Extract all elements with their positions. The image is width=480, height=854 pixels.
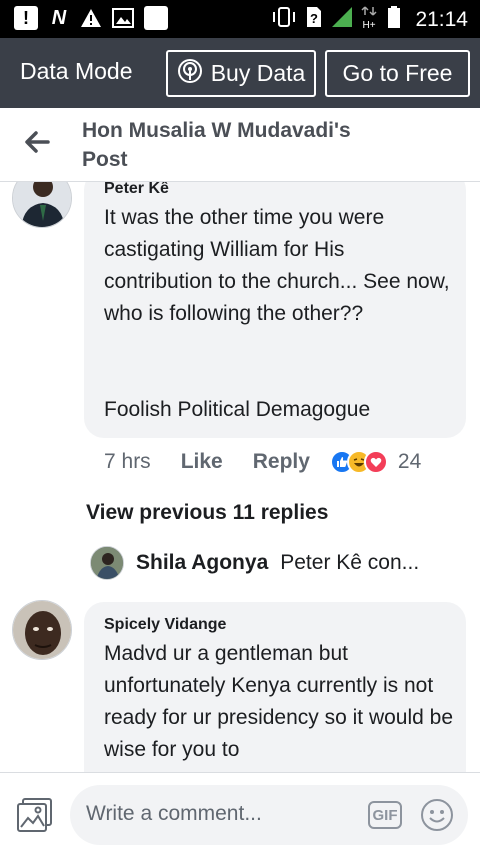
go-to-free-label: Go to Free — [342, 60, 453, 86]
post-header: Hon Musalia W Mudavadi's Post — [0, 108, 480, 182]
comments-list: Peter Kê It was the other time you were … — [0, 182, 480, 772]
comment-bubble: Peter Kê It was the other time you were … — [84, 182, 466, 438]
buy-data-button[interactable]: Buy Data — [166, 50, 316, 97]
broadcast-icon — [177, 58, 203, 90]
status-bar: ! N ? H+ 21:14 — [0, 0, 480, 38]
buy-data-label: Buy Data — [210, 60, 306, 86]
reply-button[interactable]: Reply — [253, 450, 310, 474]
photo-icon[interactable] — [16, 797, 54, 833]
back-arrow-icon[interactable] — [22, 128, 50, 156]
emoji-icon[interactable] — [420, 798, 454, 832]
vibrate-icon — [271, 6, 297, 33]
reply-snippet: Peter Kê con... — [280, 551, 420, 574]
comment-bubble: Spicely Vidange Madvd ur a gentleman but… — [84, 602, 466, 772]
comment-text: It was the other time you were castigati… — [104, 206, 450, 325]
avatar[interactable] — [12, 600, 72, 660]
data-mode-bar: Data Mode Buy Data Go to Free — [0, 38, 480, 108]
blank-square-icon — [144, 6, 168, 30]
go-to-free-button[interactable]: Go to Free — [325, 50, 470, 97]
unknown-sim-icon: ? — [305, 6, 323, 33]
reply-author: Shila Agonya — [136, 551, 269, 574]
avatar[interactable] — [12, 182, 72, 228]
view-previous-replies-link[interactable]: View previous 11 replies — [86, 501, 328, 525]
status-left-icons: ! N — [14, 6, 168, 30]
status-time: 21:14 — [415, 7, 468, 31]
comment-author[interactable]: Spicely Vidange — [104, 616, 226, 634]
hplus-icon: H+ — [361, 5, 379, 34]
status-right-icons: ? H+ 21:14 — [271, 5, 468, 34]
data-mode-label: Data Mode — [20, 58, 133, 84]
page-title: Hon Musalia W Mudavadi's Post — [82, 119, 351, 171]
comment-placeholder: Write a comment... — [86, 802, 262, 825]
like-button[interactable]: Like — [181, 450, 223, 474]
comment-text: Madvd ur a gentleman but unfortunately K… — [104, 642, 454, 761]
gif-icon[interactable]: GIF — [368, 801, 402, 829]
reactions-summary[interactable]: 24 — [329, 450, 422, 474]
comment-text-signoff: Foolish Political Demagogue — [104, 398, 371, 421]
comment-input[interactable]: Write a comment... GIF — [70, 785, 468, 845]
love-reaction-icon — [363, 450, 388, 474]
reaction-count: 24 — [397, 450, 422, 473]
gallery-icon — [112, 6, 134, 30]
comment-time: 7 hrs — [104, 450, 151, 473]
avatar — [90, 546, 124, 580]
svg-text:?: ? — [310, 11, 318, 26]
network-n-icon: N — [51, 6, 67, 29]
comment-actions: 7 hrs Like Reply 24 — [104, 450, 421, 474]
comment-author[interactable]: Peter Kê — [104, 182, 169, 198]
warning-icon — [80, 6, 102, 30]
comment-composer: Write a comment... GIF — [0, 772, 480, 854]
reply-preview[interactable]: Shila Agonya Peter Kê con... — [90, 546, 419, 580]
battery-icon — [387, 6, 401, 33]
svg-text:H+: H+ — [363, 20, 376, 29]
signal-icon — [331, 6, 353, 33]
alert-icon: ! — [14, 6, 38, 30]
